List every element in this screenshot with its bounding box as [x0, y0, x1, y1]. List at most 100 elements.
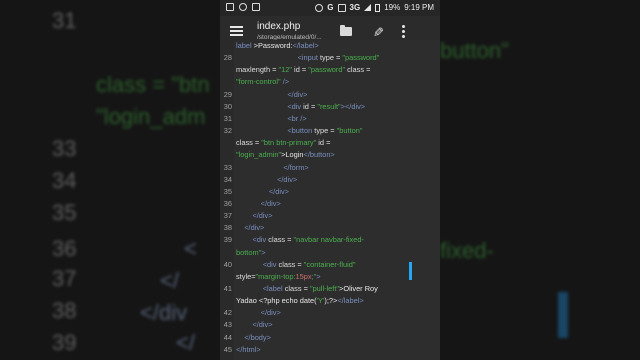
- code-token: Yadao <?php echo date(: [236, 296, 317, 306]
- line-number: 43: [223, 320, 232, 330]
- code-token: <button: [236, 126, 315, 136]
- bg-scroll-thumb: [558, 292, 568, 338]
- code-token: type =: [314, 126, 337, 136]
- line-number: 38: [223, 223, 232, 233]
- line-number: 36: [223, 198, 232, 208]
- code-token: "form-control": [236, 77, 281, 87]
- code-token: "btn btn-primary": [261, 138, 317, 148]
- code-line: </div>: [236, 187, 289, 196]
- network-type: 3G: [349, 3, 361, 12]
- battery-icon: [375, 3, 381, 12]
- bg-code-text: </div: [140, 300, 188, 325]
- code-token: >: [261, 247, 266, 257]
- code-token: "pull-left": [309, 284, 340, 293]
- status-notifications: [226, 3, 260, 11]
- line-number: 34: [223, 174, 232, 184]
- phone-screen: G 3G 19% 9:19 PM index.php /storage/emul…: [220, 0, 440, 360]
- code-line: </div>: [236, 223, 264, 232]
- code-token: label: [236, 41, 254, 50]
- blurred-background-left: 31 class = "btn "login_adm 33 34 35 36 3…: [0, 0, 220, 360]
- code-token: >Oliver Roy: [339, 284, 378, 293]
- line-number: 45: [223, 344, 232, 354]
- notification-icon: [252, 3, 260, 11]
- code-token: <input: [236, 53, 320, 63]
- status-indicators: G 3G 19% 9:19 PM: [315, 3, 434, 12]
- code-token: "result": [317, 101, 341, 111]
- bg-line-number: 31: [52, 8, 77, 33]
- line-number: 35: [223, 186, 232, 196]
- code-line: bottom">: [236, 248, 266, 257]
- code-token: "password": [308, 65, 346, 75]
- more-options-icon[interactable]: [402, 25, 406, 40]
- battery-percent: 19%: [384, 3, 401, 12]
- code-token: id =: [303, 101, 318, 111]
- line-number: 30: [223, 101, 232, 111]
- blurred-background-right: button" fixed-: [440, 0, 640, 360]
- code-line: </div>: [236, 308, 281, 317]
- line-number: 31: [223, 113, 232, 123]
- code-token: >Password:: [253, 41, 293, 50]
- bg-code-text: "login_adm: [96, 104, 206, 129]
- bg-line-number: 34: [52, 168, 77, 193]
- code-line: <div class = "navbar navbar-fixed-: [236, 235, 364, 244]
- bg-code-text: class = "btn: [96, 72, 210, 97]
- code-token: "password": [342, 53, 380, 63]
- status-bar: G 3G 19% 9:19 PM: [220, 0, 440, 16]
- code-token: id =: [292, 65, 309, 75]
- line-number: 40: [223, 259, 232, 269]
- code-token: <div: [236, 235, 269, 245]
- code-line: <div id = "result"></div>: [236, 102, 365, 111]
- notification-icon: [226, 3, 234, 11]
- code-line: </form>: [236, 162, 309, 172]
- code-editor[interactable]: label >Password:</label> 28 <input type =…: [220, 40, 440, 360]
- code-token: </div>: [236, 186, 289, 196]
- carrier-indicator: G: [327, 3, 334, 12]
- folder-icon[interactable]: [340, 25, 352, 36]
- code-line: style="margin-top:15px;">: [236, 272, 321, 281]
- code-token: "login_admin": [236, 150, 282, 160]
- code-line: label >Password:</label>: [236, 41, 319, 50]
- line-number: 29: [223, 89, 232, 99]
- code-token: ></div>: [340, 101, 366, 111]
- line-number: 32: [223, 126, 232, 136]
- code-token: </label>: [337, 296, 364, 306]
- code-line: </div>: [236, 320, 273, 330]
- sim-icon: [337, 3, 346, 12]
- code-token: );?>: [324, 296, 338, 306]
- code-line: </div>: [236, 90, 307, 99]
- code-token: </body>: [236, 332, 271, 342]
- code-token: <br />: [236, 113, 307, 123]
- code-token: <div: [236, 259, 279, 269]
- bg-line-number: 38: [52, 298, 77, 323]
- bg-code-text: </: [160, 268, 179, 293]
- editor-scrollbar[interactable]: [409, 262, 412, 280]
- hamburger-menu-icon[interactable]: [230, 26, 243, 36]
- code-token: </div>: [236, 174, 298, 184]
- code-token: "container-fluid": [303, 259, 356, 269]
- code-token: <div: [236, 101, 304, 111]
- code-token: >: [316, 271, 321, 281]
- code-line: <button type = "button": [236, 126, 362, 135]
- bg-line-number: 33: [52, 136, 77, 161]
- file-title: index.php: [257, 21, 301, 32]
- code-token: class =: [236, 138, 262, 148]
- code-token: </label>: [292, 41, 319, 50]
- code-token: </html>: [236, 344, 261, 354]
- bg-line-number: 35: [52, 200, 77, 225]
- code-line: class = "btn btn-primary" id =: [236, 138, 330, 147]
- pencil-icon[interactable]: ✎: [369, 27, 385, 38]
- code-line: </body>: [236, 333, 271, 342]
- code-token: id =: [316, 138, 331, 148]
- code-token: "button": [336, 126, 363, 136]
- bg-code-text: <: [184, 236, 197, 261]
- code-token: class =: [345, 65, 373, 75]
- code-token: </form>: [236, 162, 309, 172]
- code-token: "navbar navbar-fixed-: [293, 235, 364, 245]
- bg-code-text: </: [176, 330, 195, 355]
- line-number: 39: [223, 235, 232, 245]
- code-token: type =: [320, 53, 343, 63]
- line-number: 37: [223, 211, 232, 221]
- code-token: 15px: [295, 271, 312, 281]
- code-token: </div>: [236, 320, 273, 330]
- code-token: />: [280, 77, 290, 87]
